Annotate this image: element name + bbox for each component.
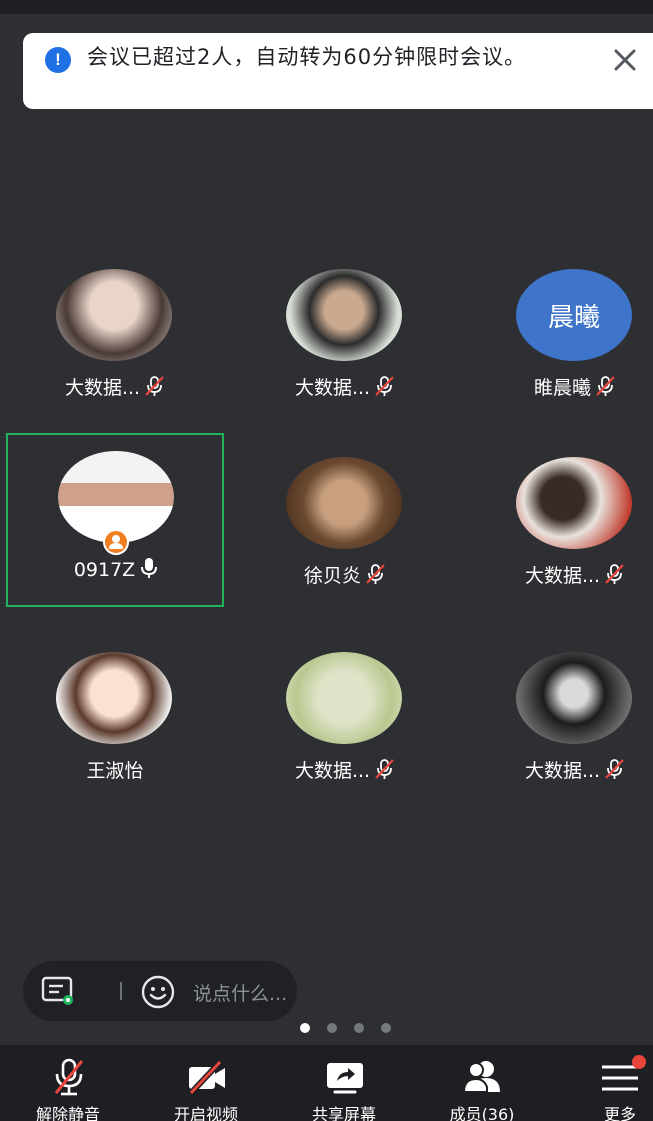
notification-dot [632, 1055, 646, 1069]
video-camera-off-icon [188, 1059, 225, 1096]
participant-name: 大数据... [64, 377, 141, 399]
page-dot[interactable] [327, 1023, 337, 1033]
share-screen-label: 共享屏幕 [311, 1105, 376, 1121]
avatar [56, 652, 172, 744]
start-video-label: 开启视频 [173, 1105, 238, 1121]
participant-name: 徐贝炎 [303, 565, 361, 587]
avatar [286, 457, 402, 549]
info-icon: ! [45, 47, 71, 73]
microphone-muted-icon [366, 564, 385, 584]
participant-name-row: 0917Z [8, 557, 226, 581]
participant-name-row: 大数据... [236, 373, 454, 400]
participant-name-row: 大数据... [466, 561, 653, 588]
avatar [516, 457, 632, 549]
microphone-muted-icon [605, 564, 624, 584]
members-icon [462, 1061, 500, 1093]
participant-tile[interactable]: 徐贝炎 [236, 445, 454, 605]
participant-tile[interactable]: 晨曦睢晨曦 [466, 257, 653, 417]
microphone-muted-icon [375, 759, 394, 779]
participant-tile[interactable]: 0917Z [6, 433, 224, 607]
chat-placeholder[interactable]: 说点什么... [193, 979, 287, 1006]
participant-name: 王淑怡 [86, 760, 144, 782]
avatar: 晨曦 [516, 269, 632, 361]
chat-divider [120, 982, 122, 1000]
host-badge-icon [103, 529, 129, 555]
participant-name-row: 大数据... [6, 373, 224, 400]
chat-input-bar[interactable]: 说点什么... [23, 961, 297, 1021]
members-button[interactable]: 成员(36) [432, 1045, 532, 1121]
participant-tile[interactable]: 大数据... [6, 257, 224, 417]
page-dot[interactable] [381, 1023, 391, 1033]
participant-name-row: 大数据... [236, 756, 454, 783]
participant-tile[interactable]: 大数据... [466, 445, 653, 605]
share-screen-icon [327, 1063, 363, 1094]
unmute-button[interactable]: 解除静音 [18, 1045, 118, 1121]
emoji-icon[interactable] [141, 975, 175, 1009]
participant-tile[interactable]: 大数据... [236, 640, 454, 800]
avatar [286, 652, 402, 744]
participant-name: 大数据... [294, 760, 371, 782]
share-screen-button[interactable]: 共享屏幕 [294, 1045, 394, 1121]
start-video-button[interactable]: 开启视频 [156, 1045, 256, 1121]
avatar [516, 652, 632, 744]
members-label: 成员(36) [449, 1105, 515, 1121]
status-strip [0, 0, 653, 14]
banner-message: 会议已超过2人，自动转为60分钟限时会议。 [87, 45, 527, 69]
participant-name-row: 睢晨曦 [466, 373, 653, 400]
unmute-label: 解除静音 [35, 1105, 100, 1121]
participant-name: 大数据... [524, 565, 601, 587]
more-label: 更多 [603, 1105, 636, 1121]
close-icon[interactable] [610, 45, 640, 75]
microphone-muted-icon [375, 376, 394, 396]
microphone-icon [141, 558, 158, 578]
time-limit-banner: ! 会议已超过2人，自动转为60分钟限时会议。 [23, 33, 653, 109]
microphone-muted-icon [145, 376, 164, 396]
participant-tile[interactable]: 大数据... [466, 640, 653, 800]
bottom-toolbar: 解除静音 开启视频 共享屏幕 成员(36) 更多 [0, 1045, 653, 1121]
participant-name: 大数据... [294, 377, 371, 399]
participant-name: 0917Z [73, 559, 136, 581]
participant-name-row: 徐贝炎 [236, 561, 454, 588]
participant-name-row: 王淑怡 [6, 756, 224, 783]
participant-tile[interactable]: 王淑怡 [6, 640, 224, 800]
microphone-muted-icon [596, 376, 615, 396]
avatar [56, 269, 172, 361]
chat-message-icon[interactable] [41, 976, 75, 1006]
participant-name: 睢晨曦 [533, 377, 591, 399]
microphone-muted-icon [54, 1058, 84, 1096]
participant-name-row: 大数据... [466, 756, 653, 783]
participant-name: 大数据... [524, 760, 601, 782]
page-dot[interactable] [300, 1023, 310, 1033]
microphone-muted-icon [605, 759, 624, 779]
participant-tile[interactable]: 大数据... [236, 257, 454, 417]
avatar [286, 269, 402, 361]
more-button[interactable]: 更多 [570, 1045, 653, 1121]
page-dot[interactable] [354, 1023, 364, 1033]
